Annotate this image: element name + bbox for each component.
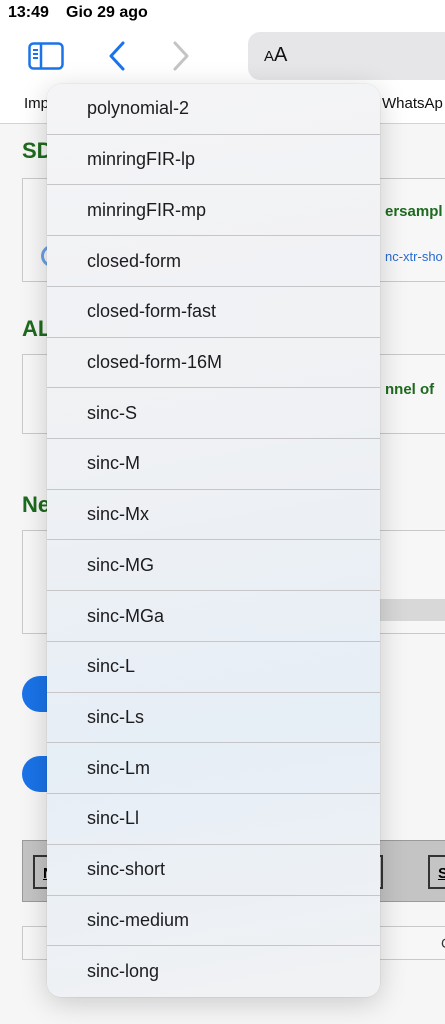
menu-item-label: closed-form	[87, 250, 182, 271]
menu-item-label: sinc-S	[87, 402, 138, 423]
sidebar-icon	[28, 42, 64, 70]
menu-item[interactable]: closed-form-fast	[47, 287, 380, 338]
sidebar-toggle-button[interactable]	[28, 42, 64, 70]
browser-toolbar: AA	[0, 28, 445, 86]
bookmark-item[interactable]: Imp	[24, 95, 49, 112]
menu-item[interactable]: sinc-long	[47, 946, 380, 997]
progress-bar	[379, 599, 445, 621]
address-bar[interactable]: AA	[248, 32, 445, 80]
select-dropdown-menu: polynomial-2 minringFIR-lp minringFIR-mp cl…	[47, 84, 380, 997]
menu-item-label: sinc-MGa	[87, 605, 165, 626]
menu-item-label: sinc-Mx	[87, 504, 149, 525]
menu-item[interactable]: sinc-short	[47, 845, 380, 896]
menu-item[interactable]: closed-form-16M	[47, 338, 380, 389]
menu-item[interactable]: minringFIR-lp	[47, 135, 380, 186]
menu-item[interactable]: closed-form	[47, 236, 380, 287]
menu-item[interactable]: polynomial-2	[47, 84, 380, 135]
menu-item[interactable]: sinc-MGa	[47, 591, 380, 642]
menu-item-label: minringFIR-mp	[87, 199, 207, 220]
menu-item[interactable]: sinc-medium	[47, 896, 380, 947]
menu-item-label: sinc-short	[87, 859, 166, 880]
menu-item[interactable]: sinc-M	[47, 439, 380, 490]
menu-item[interactable]: sinc-Lm	[47, 743, 380, 795]
status-bar: 13:49 Gio 29 ago	[0, 0, 445, 28]
bookmark-item-whatsapp[interactable]: WhatsAp	[382, 95, 443, 112]
menu-item-label: sinc-L	[87, 656, 136, 677]
chevron-left-icon	[109, 41, 125, 71]
menu-item-label: closed-form-fast	[87, 301, 217, 322]
menu-item[interactable]: sinc-MG	[47, 541, 380, 592]
menu-item-label: sinc-Ls	[87, 707, 145, 728]
menu-item-label: sinc-medium	[87, 909, 190, 930]
forward-button[interactable]	[168, 40, 194, 72]
menu-item-label: sinc-M	[87, 453, 140, 474]
table-header-cell: S	[428, 855, 445, 889]
menu-item-label: sinc-Lm	[87, 757, 151, 778]
text-size-button[interactable]: AA	[264, 44, 287, 67]
menu-item-label: sinc-long	[87, 960, 160, 981]
menu-item[interactable]: sinc-Ls	[47, 693, 380, 744]
menu-item-label: closed-form-16M	[87, 351, 223, 372]
menu-item[interactable]: sinc-L	[47, 642, 380, 693]
panel-link[interactable]: nc-xtr-sho	[385, 249, 443, 264]
menu-item-label: sinc-Ll	[87, 808, 140, 829]
menu-item-label: minringFIR-lp	[87, 149, 196, 170]
menu-item[interactable]: sinc-S	[47, 388, 380, 440]
menu-item-label: sinc-MG	[87, 554, 154, 575]
panel-label: ersampl	[385, 203, 443, 220]
menu-item-label: polynomial-2	[87, 98, 190, 119]
menu-item[interactable]: sinc-Mx	[47, 490, 380, 541]
section-heading: Ne	[22, 492, 51, 517]
back-button[interactable]	[104, 40, 130, 72]
menu-item[interactable]: minringFIR-mp	[47, 185, 380, 237]
status-time: 13:49	[8, 4, 49, 21]
chevron-right-icon	[173, 41, 189, 71]
menu-item[interactable]: sinc-Ll	[47, 794, 380, 845]
panel-label: nnel of	[385, 381, 435, 398]
status-date: Gio 29 ago	[66, 4, 148, 21]
